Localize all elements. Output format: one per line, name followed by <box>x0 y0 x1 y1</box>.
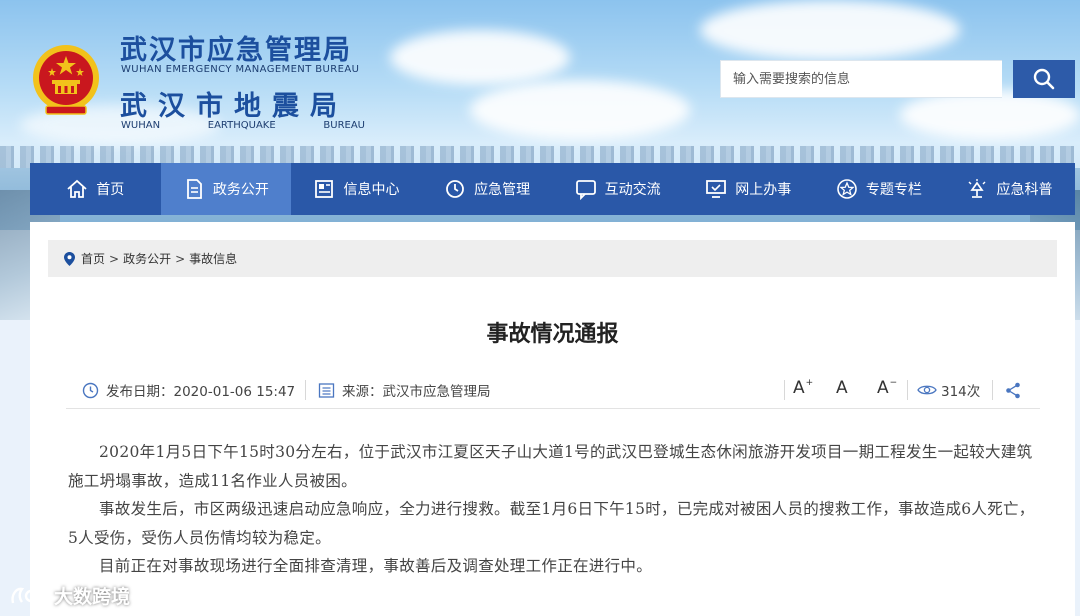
divider <box>907 380 908 400</box>
font-size-increase-button[interactable]: A + <box>793 378 813 402</box>
nav-item-special-topics[interactable]: 专题专栏 <box>814 163 945 215</box>
font-size-decrease-button[interactable]: A − <box>877 378 897 402</box>
bureau-name-cn: 武汉市应急管理局 <box>120 35 352 66</box>
breadcrumb: 首页 > 政务公开 > 事故信息 <box>48 240 1057 277</box>
article-body: 2020年1月5日下午15时30分左右，位于武汉市江夏区天子山大道1号的武汉巴登… <box>68 438 1040 581</box>
search-icon <box>1033 68 1055 90</box>
eye-icon <box>917 385 937 395</box>
bureau-name-en: WUHAN EMERGENCY MANAGEMENT BUREAU <box>121 64 360 75</box>
share-icon[interactable] <box>1005 382 1021 399</box>
nav-item-info-center[interactable]: 信息中心 <box>291 163 422 215</box>
breadcrumb-gov-affairs-link[interactable]: 政务公开 <box>123 250 171 267</box>
nav-item-interaction[interactable]: 互动交流 <box>552 163 683 215</box>
divider <box>784 380 785 400</box>
nav-item-home[interactable]: 首页 <box>30 163 161 215</box>
breadcrumb-separator: > <box>175 251 186 266</box>
earthquake-bureau-name-en: WUHAN EARTHQUAKE BUREAU <box>121 120 365 131</box>
source: 来源：武汉市应急管理局 <box>318 378 491 402</box>
home-icon <box>67 179 87 198</box>
star-icon <box>837 179 857 199</box>
article-paragraph: 2020年1月5日下午15时30分左右，位于武汉市江夏区天子山大道1号的武汉巴登… <box>68 443 1033 490</box>
breadcrumb-current[interactable]: 事故信息 <box>189 250 237 267</box>
news-icon <box>315 180 334 198</box>
content-panel: 首页 > 政务公开 > 事故信息 事故情况通报 发布日期：2020-01-06 … <box>30 222 1075 616</box>
view-count: 314次 <box>917 378 980 402</box>
watermark-logo-icon <box>11 587 50 603</box>
article-meta-bar: 发布日期：2020-01-06 15:47 来源：武汉市应急管理局 A + A A… <box>66 374 1040 409</box>
document-icon <box>186 179 202 199</box>
location-pin-icon <box>64 251 75 266</box>
earthquake-bureau-name-cn: 武汉市地震局 <box>120 91 348 122</box>
article-paragraph: 事故发生后，市区两级迅速启动应急响应，全力进行搜救。截至1月6日下午15时，已完… <box>68 500 1035 547</box>
publish-date: 发布日期：2020-01-06 15:47 <box>82 378 295 402</box>
font-size-default-button[interactable]: A <box>836 378 848 402</box>
main-nav: 首页 政务公开 信息中心 应急管理 互动交流 网上办事 专题专栏 应急科普 <box>30 163 1075 215</box>
breadcrumb-home-link[interactable]: 首页 <box>81 250 105 267</box>
list-icon <box>318 382 335 398</box>
national-emblem-icon <box>33 45 99 115</box>
clock-icon <box>446 180 464 198</box>
nav-item-government-affairs[interactable]: 政务公开 <box>160 163 292 215</box>
article-paragraph: 目前正在对事故现场进行全面排查清理，事故善后及调查处理工作正在进行中。 <box>99 557 653 575</box>
nav-item-emergency-management[interactable]: 应急管理 <box>422 163 553 215</box>
monitor-icon <box>706 180 727 198</box>
nav-item-online-services[interactable]: 网上办事 <box>683 163 814 215</box>
search-box <box>720 60 1075 100</box>
nav-item-science-popularization[interactable]: 应急科普 <box>944 163 1075 215</box>
clock-icon <box>82 382 99 398</box>
divider <box>305 380 306 400</box>
divider <box>992 380 993 400</box>
breadcrumb-separator: > <box>109 251 120 266</box>
chat-icon <box>575 180 596 200</box>
lamp-icon <box>968 179 986 198</box>
article-title: 事故情况通报 <box>486 322 619 347</box>
search-input[interactable] <box>720 60 1002 98</box>
watermark: 大数跨境 <box>10 582 130 609</box>
search-button[interactable] <box>1013 60 1075 98</box>
